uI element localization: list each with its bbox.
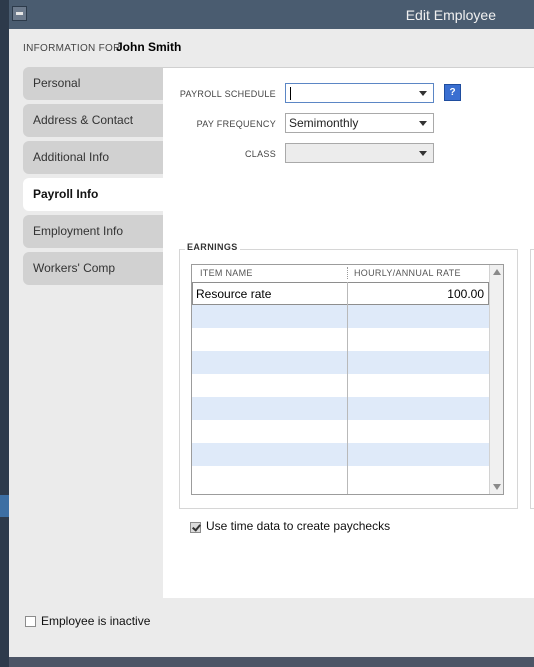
chevron-down-icon[interactable]	[419, 121, 427, 126]
pay-frequency-dropdown[interactable]: Semimonthly	[285, 113, 434, 133]
window-left-edge	[0, 0, 9, 667]
dialog-body: INFORMATION FOR John Smith Personal Addr…	[9, 29, 534, 657]
tab-payroll-info[interactable]: Payroll Info	[23, 178, 164, 211]
use-time-data-label: Use time data to create paychecks	[206, 519, 391, 533]
text-cursor	[290, 87, 291, 100]
tab-workers-comp[interactable]: Workers' Comp	[23, 252, 163, 285]
payroll-schedule-label: PAYROLL SCHEDULE	[179, 89, 276, 99]
tab-address-contact[interactable]: Address & Contact	[23, 104, 163, 137]
pay-frequency-value: Semimonthly	[289, 116, 359, 130]
tab-employment-info[interactable]: Employment Info	[23, 215, 163, 248]
scroll-down-icon[interactable]	[493, 484, 501, 490]
rate-cell[interactable]: 100.00	[447, 287, 484, 301]
tab-additional-info[interactable]: Additional Info	[23, 141, 163, 174]
table-row[interactable]: Resource rate 100.00	[192, 282, 489, 305]
use-time-data-checkbox[interactable]	[190, 522, 201, 533]
table-row[interactable]	[192, 466, 489, 489]
tab-personal[interactable]: Personal	[23, 67, 163, 100]
item-name-cell[interactable]: Resource rate	[196, 287, 271, 301]
table-row[interactable]	[192, 305, 489, 328]
table-row[interactable]	[192, 328, 489, 351]
window-left-accent	[0, 495, 9, 517]
vertical-scrollbar[interactable]	[489, 265, 503, 494]
info-for-label: INFORMATION FOR	[23, 43, 121, 54]
chevron-down-icon[interactable]	[419, 91, 427, 96]
table-row[interactable]	[192, 351, 489, 374]
class-dropdown[interactable]	[285, 143, 434, 163]
column-divider	[347, 282, 348, 494]
column-divider	[347, 267, 348, 279]
pay-frequency-label: PAY FREQUENCY	[196, 119, 276, 129]
scroll-up-icon[interactable]	[493, 269, 501, 275]
employee-inactive-checkbox[interactable]	[25, 616, 36, 627]
earnings-label: EARNINGS	[185, 242, 240, 252]
payroll-schedule-dropdown[interactable]	[285, 83, 434, 103]
title-bar: Edit Employee	[9, 0, 534, 29]
employee-name: John Smith	[116, 40, 182, 54]
class-label: CLASS	[244, 149, 276, 159]
window-menu-icon[interactable]	[12, 6, 27, 21]
earnings-table-header: ITEM NAME HOURLY/ANNUAL RATE	[192, 265, 489, 282]
employee-inactive-label: Employee is inactive	[41, 614, 151, 628]
column-header-rate: HOURLY/ANNUAL RATE	[354, 268, 461, 278]
right-group-edge	[530, 249, 534, 509]
window-title: Edit Employee	[405, 7, 496, 23]
earnings-table[interactable]: ITEM NAME HOURLY/ANNUAL RATE Resource ra…	[191, 264, 504, 495]
help-icon[interactable]: ?	[444, 84, 461, 101]
table-row[interactable]	[192, 420, 489, 443]
window-bottom-edge	[9, 657, 534, 667]
table-row[interactable]	[192, 443, 489, 466]
payroll-info-panel: PAYROLL SCHEDULE ? PAY FREQUENCY Semimon…	[163, 67, 534, 598]
edit-employee-window: Edit Employee INFORMATION FOR John Smith…	[0, 0, 534, 667]
chevron-down-icon[interactable]	[419, 151, 427, 156]
table-row[interactable]	[192, 397, 489, 420]
column-header-item-name: ITEM NAME	[200, 268, 253, 278]
table-row[interactable]	[192, 374, 489, 397]
